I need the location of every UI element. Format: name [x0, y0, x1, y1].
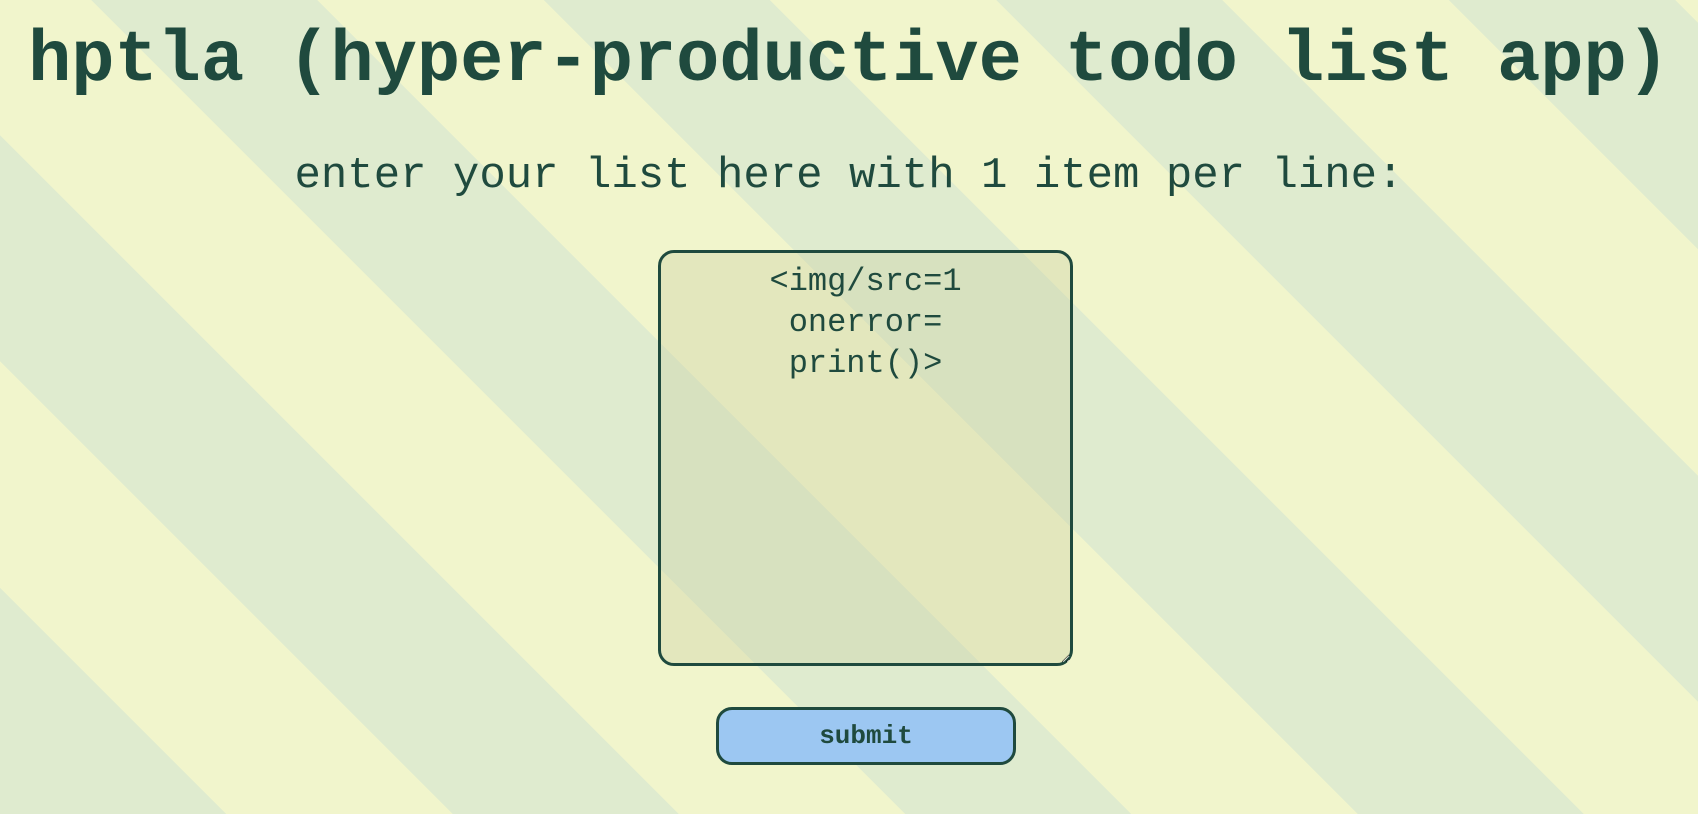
- page-title: hptla (hyper-productive todo list app): [28, 20, 1670, 102]
- todo-list-input[interactable]: <img/src=1 onerror= print()>: [658, 250, 1073, 666]
- submit-button[interactable]: submit: [716, 707, 1016, 765]
- list-instructions: enter your list here with 1 item per lin…: [294, 151, 1404, 201]
